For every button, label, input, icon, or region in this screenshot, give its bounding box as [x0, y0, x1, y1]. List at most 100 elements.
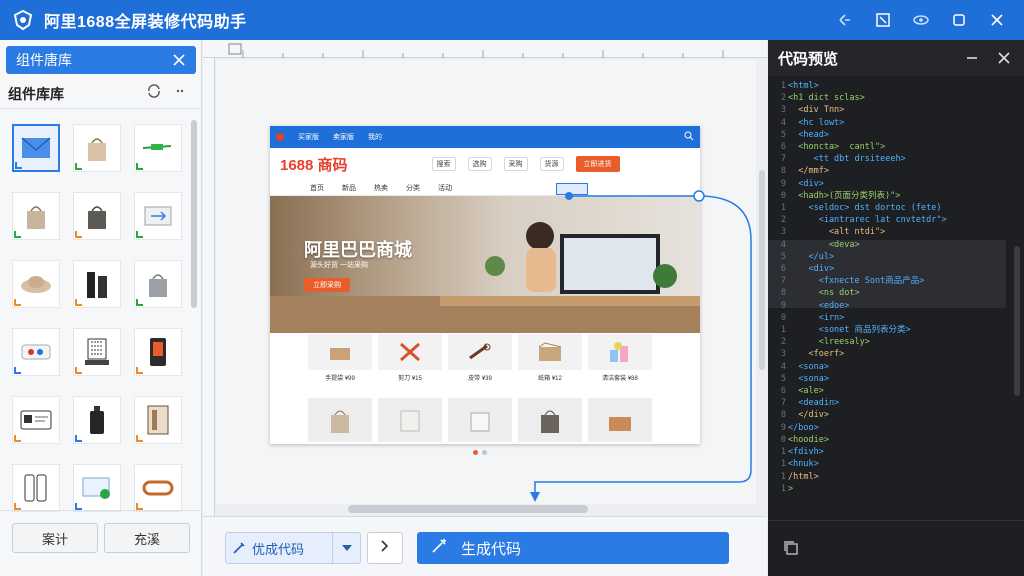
- canvas-horizontal-scrollbar[interactable]: [348, 505, 588, 513]
- line-number: 4: [780, 117, 786, 128]
- component-toggle-card[interactable]: [12, 328, 60, 376]
- next-button[interactable]: [367, 532, 403, 564]
- chevron-down-icon[interactable]: [332, 533, 360, 563]
- component-tote-bag-dark[interactable]: [73, 192, 121, 240]
- component-phone-stand[interactable]: [134, 328, 182, 376]
- maximize-icon[interactable]: [940, 0, 978, 40]
- component-black-bottles[interactable]: [73, 260, 121, 308]
- code-line: <seldoc> dst dortoc (fete): [788, 203, 942, 214]
- product-card: 皮带 ¥39: [448, 334, 512, 382]
- line-number: 0: [780, 190, 786, 201]
- component-bottle[interactable]: [73, 396, 121, 444]
- code-scrollbar[interactable]: [1014, 246, 1020, 396]
- design-canvas: 买家版 卖家版 我的 1688 商码 搜索 选购 采购 货源 立即进货 首页 新…: [203, 40, 767, 516]
- product-image: [448, 334, 512, 370]
- code-line: <div>: [788, 178, 824, 189]
- code-line: <hc lowt>: [788, 117, 845, 128]
- close-panel-icon[interactable]: [994, 48, 1014, 68]
- code-line: <deadin>: [788, 398, 840, 409]
- component-tab[interactable]: 组件唐库: [6, 46, 196, 74]
- component-tote-bag-canvas[interactable]: [12, 192, 60, 240]
- preview-products-row2: [308, 398, 652, 442]
- optimize-code-label: 优成代码: [252, 541, 305, 557]
- selection-box[interactable]: [556, 183, 588, 195]
- code-line: <h1 dict sclas>: [788, 93, 865, 104]
- component-grey-bag[interactable]: [134, 260, 182, 308]
- code-footer: [768, 520, 1024, 576]
- code-preview-panel: 代码预览 1234567890123456789012345678901111 …: [768, 40, 1024, 576]
- component-envelope[interactable]: [12, 124, 60, 172]
- close-window-icon[interactable]: [978, 0, 1016, 40]
- component-qr-sign[interactable]: [73, 328, 121, 376]
- eye-icon[interactable]: [902, 0, 940, 40]
- line-number: 0: [780, 312, 786, 323]
- badge-icon: [136, 299, 143, 306]
- component-phone-pair[interactable]: [12, 464, 60, 512]
- close-icon[interactable]: [170, 51, 188, 69]
- code-editor[interactable]: 1234567890123456789012345678901111 <html…: [768, 80, 1006, 520]
- optimize-code-split-button[interactable]: 优成代码: [225, 532, 361, 564]
- preview-category: 新品: [342, 184, 356, 192]
- component-green-banner[interactable]: [134, 124, 182, 172]
- code-line: <sona>: [788, 373, 829, 384]
- product-image: [588, 334, 652, 370]
- line-number: 8: [780, 166, 786, 177]
- line-number: 6: [780, 386, 786, 397]
- product-caption: 剪刀 ¥15: [398, 376, 422, 382]
- badge-icon: [14, 435, 21, 442]
- line-number: 1: [780, 81, 786, 91]
- component-id-card[interactable]: [12, 396, 60, 444]
- line-number: 6: [780, 142, 786, 153]
- product-image: [378, 398, 442, 442]
- badge-icon: [75, 435, 82, 442]
- badge-icon: [75, 231, 82, 238]
- preview-search-icon: [684, 131, 694, 143]
- product-caption: 皮带 ¥39: [468, 376, 492, 382]
- code-line: </div>: [788, 410, 829, 421]
- more-icon[interactable]: [175, 84, 189, 103]
- library-left-button[interactable]: 案计: [12, 523, 98, 553]
- preview-nav-item: 我的: [368, 134, 382, 141]
- component-tote-bag-beige[interactable]: [73, 124, 121, 172]
- component-door-frame[interactable]: [134, 396, 182, 444]
- product-caption: 纸箱 ¥12: [538, 376, 562, 382]
- code-line: >: [788, 483, 794, 494]
- pager-dot[interactable]: [473, 450, 478, 455]
- code-line: <edoe>: [788, 300, 850, 311]
- line-number: 0: [780, 434, 786, 445]
- badge-icon: [14, 367, 21, 374]
- generate-code-button[interactable]: 生成代码: [417, 532, 729, 564]
- canvas-vertical-scrollbar[interactable]: [759, 170, 765, 370]
- line-number: 9: [780, 300, 786, 311]
- component-ring-box[interactable]: [134, 464, 182, 512]
- hero-title: 阿里巴巴商城: [304, 240, 412, 260]
- library-button-bar: 案计 充溪: [0, 510, 202, 576]
- ruler-top: [203, 40, 767, 58]
- line-number: 9: [780, 422, 786, 433]
- product-image: [448, 398, 512, 442]
- component-hat[interactable]: [12, 260, 60, 308]
- component-card-check[interactable]: [73, 464, 121, 512]
- line-number: 1: [780, 471, 786, 482]
- screenshot-icon[interactable]: [864, 0, 902, 40]
- library-scrollbar[interactable]: [191, 120, 197, 308]
- carousel-pager[interactable]: [473, 450, 487, 455]
- copy-icon[interactable]: [782, 539, 800, 557]
- minimize-icon[interactable]: [962, 48, 982, 68]
- code-line: <tt dbt drsiteeeh>: [788, 154, 906, 165]
- pager-dot[interactable]: [482, 450, 487, 455]
- product-image: [518, 334, 582, 370]
- code-line: <fdivh>: [788, 447, 824, 458]
- webpage-preview[interactable]: 买家版 卖家版 我的 1688 商码 搜索 选购 采购 货源 立即进货 首页 新…: [270, 126, 700, 444]
- code-line: <html>: [788, 81, 819, 91]
- code-line: <hoodie>: [788, 434, 829, 445]
- preview-nav-item: 卖家版: [333, 134, 354, 141]
- collapse-icon[interactable]: [826, 0, 864, 40]
- preview-hero-banner: 阿里巴巴商城 源头好货 一站采购 立即采购: [270, 196, 700, 333]
- component-arrow-card[interactable]: [134, 192, 182, 240]
- library-right-button[interactable]: 充溪: [104, 523, 190, 553]
- code-line: </mmf>: [788, 166, 829, 177]
- code-line: <fxnecte Sont商品产品>: [788, 276, 925, 287]
- refresh-icon[interactable]: [147, 84, 161, 103]
- preview-categories: 首页 新品 热卖 分类 活动: [270, 180, 700, 196]
